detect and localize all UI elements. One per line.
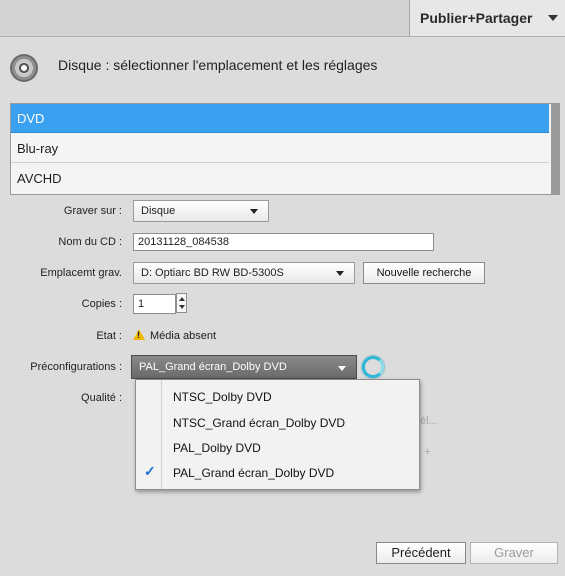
chevron-down-icon (250, 209, 258, 214)
list-scrollbar[interactable] (551, 104, 559, 194)
qualite-label: Qualité : (81, 392, 122, 404)
graver-sur-select[interactable]: Disque (133, 200, 269, 222)
copies-label: Copies : (81, 298, 122, 310)
dropdown-gutter (161, 380, 162, 489)
emplacement-value: D: Optiarc BD RW BD-5300S (141, 267, 284, 279)
dropdown-option-ntsc-grand-ecran[interactable]: NTSC_Grand écran_Dolby DVD (173, 410, 345, 436)
graver-button[interactable]: Graver (470, 542, 558, 564)
nom-cd-input[interactable]: 20131128_084538 (133, 233, 434, 251)
disc-icon (10, 54, 38, 82)
hidden-fragment-1: él... (420, 415, 438, 427)
panel-title: Disque : sélectionner l'emplacement et l… (58, 57, 378, 73)
preconfigurations-value: PAL_Grand écran_Dolby DVD (139, 361, 287, 373)
copies-input[interactable]: 1 (133, 294, 176, 314)
chevron-down-icon (336, 271, 344, 276)
spinner-icon (362, 356, 384, 378)
emplacement-label: Emplacemt grav. (40, 267, 122, 279)
etat-label: Etat : (96, 330, 122, 342)
checkmark-icon: ✓ (144, 463, 156, 479)
hidden-fragment-2: + (424, 446, 431, 458)
precedent-button[interactable]: Précédent (376, 542, 466, 564)
etat-value: Média absent (150, 330, 217, 342)
nom-cd-label: Nom du CD : (58, 236, 122, 248)
arrow-up-icon[interactable] (179, 297, 185, 301)
graver-sur-label: Graver sur : (63, 205, 122, 217)
dropdown-option-pal-grand-ecran[interactable]: PAL_Grand écran_Dolby DVD (173, 460, 334, 486)
copies-stepper[interactable] (176, 293, 187, 313)
graver-sur-value: Disque (141, 205, 176, 217)
list-item-bluray[interactable]: Blu-ray (11, 134, 549, 163)
dropdown-option-pal-dolby[interactable]: PAL_Dolby DVD (173, 435, 261, 461)
emplacement-select[interactable]: D: Optiarc BD RW BD-5300S (133, 262, 355, 284)
list-item-dvd[interactable]: DVD (11, 104, 549, 133)
arrow-down-icon[interactable] (179, 305, 185, 309)
dropdown-option-ntsc-dolby[interactable]: NTSC_Dolby DVD (173, 384, 272, 410)
chevron-down-icon (548, 15, 558, 21)
preconfigurations-dropdown[interactable]: NTSC_Dolby DVD NTSC_Grand écran_Dolby DV… (135, 379, 420, 490)
publier-partager-tab[interactable]: Publier+Partager (409, 0, 565, 36)
media-type-list[interactable]: DVD Blu-ray AVCHD (10, 103, 560, 195)
list-item-avchd[interactable]: AVCHD (11, 164, 549, 193)
chevron-down-icon (338, 366, 346, 371)
preconfigurations-label: Préconfigurations : (30, 361, 122, 373)
warning-mark: ! (137, 330, 140, 340)
publier-partager-label: Publier+Partager (420, 10, 533, 26)
preconfigurations-select[interactable]: PAL_Grand écran_Dolby DVD (131, 355, 357, 379)
nouvelle-recherche-button[interactable]: Nouvelle recherche (363, 262, 485, 284)
